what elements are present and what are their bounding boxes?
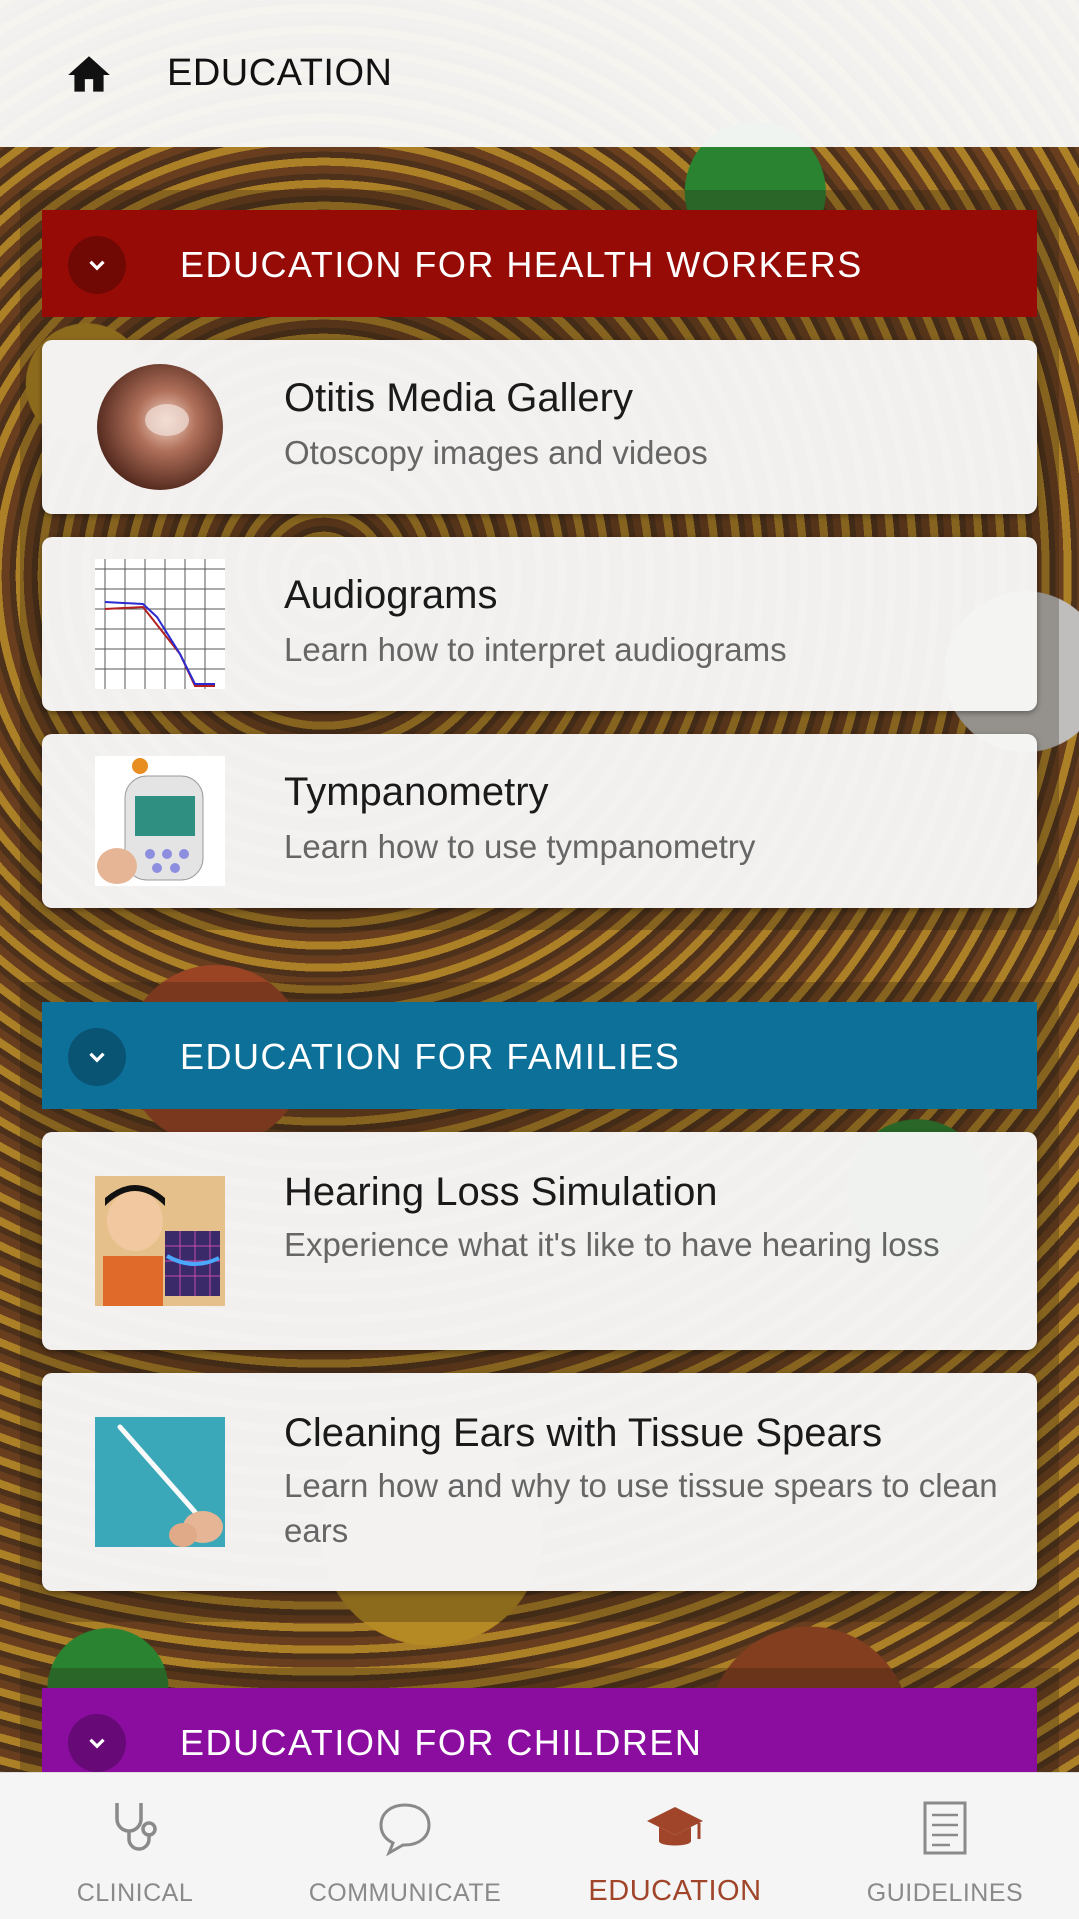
nav-item-clinical[interactable]: CLINICAL <box>0 1773 270 1919</box>
item-subtitle: Experience what it's like to have hearin… <box>284 1226 940 1263</box>
otoscopy-image <box>97 364 223 490</box>
item-title: Audiograms <box>284 573 498 617</box>
section-header-health-workers[interactable]: EDUCATION FOR HEALTH WORKERS <box>42 210 1037 317</box>
item-title: Hearing Loss Simulation <box>284 1170 718 1214</box>
item-title: Cleaning Ears with Tissue Spears <box>284 1411 883 1455</box>
tissue-spear-image <box>95 1417 225 1547</box>
graduation-cap-icon <box>647 1807 703 1846</box>
stethoscope-icon <box>115 1803 157 1851</box>
item-subtitle: Learn how and why to use tissue spears t… <box>284 1467 998 1549</box>
item-subtitle: Learn how to interpret audiograms <box>284 631 787 668</box>
bottom-navigation: CLINICAL COMMUNICATE EDUCATION GUIDELINE… <box>0 1772 1079 1919</box>
chevron-down-icon[interactable] <box>68 236 126 294</box>
item-subtitle: Otoscopy images and videos <box>284 434 708 471</box>
tympanometer-image <box>95 756 225 886</box>
home-icon[interactable] <box>64 50 114 100</box>
section-title: EDUCATION FOR CHILDREN <box>180 1722 703 1763</box>
nav-item-education[interactable]: EDUCATION <box>540 1773 810 1919</box>
list-item-audiograms[interactable]: Audiograms Learn how to interpret audiog… <box>42 537 1037 711</box>
nav-label: CLINICAL <box>76 1879 194 1907</box>
nav-label: GUIDELINES <box>866 1879 1024 1907</box>
document-icon <box>923 1801 967 1855</box>
list-item-tympanometry[interactable]: Tympanometry Learn how to use tympanomet… <box>42 734 1037 908</box>
audiogram-image <box>95 559 225 689</box>
chevron-down-icon[interactable] <box>68 1714 126 1772</box>
nav-label: EDUCATION <box>588 1875 762 1907</box>
nav-label: COMMUNICATE <box>308 1879 502 1907</box>
cartoon-audiogram-image <box>95 1176 225 1306</box>
list-item-hearing-loss-simulation[interactable]: Hearing Loss Simulation Experience what … <box>42 1132 1037 1350</box>
section-title: EDUCATION FOR HEALTH WORKERS <box>180 244 863 285</box>
app-header: EDUCATION <box>0 0 1079 147</box>
nav-item-guidelines[interactable]: GUIDELINES <box>810 1773 1079 1919</box>
section-header-families[interactable]: EDUCATION FOR FAMILIES <box>42 1002 1037 1109</box>
list-item-otitis-media-gallery[interactable]: Otitis Media Gallery Otoscopy images and… <box>42 340 1037 514</box>
nav-item-communicate[interactable]: COMMUNICATE <box>270 1773 540 1919</box>
section-title: EDUCATION FOR FAMILIES <box>180 1036 681 1077</box>
item-subtitle: Learn how to use tympanometry <box>284 828 756 865</box>
chat-bubble-icon <box>379 1803 431 1857</box>
page-title: EDUCATION <box>167 52 393 94</box>
item-title: Tympanometry <box>284 770 549 814</box>
chevron-down-icon[interactable] <box>68 1028 126 1086</box>
list-item-cleaning-ears[interactable]: Cleaning Ears with Tissue Spears Learn h… <box>42 1373 1037 1591</box>
item-title: Otitis Media Gallery <box>284 376 633 420</box>
